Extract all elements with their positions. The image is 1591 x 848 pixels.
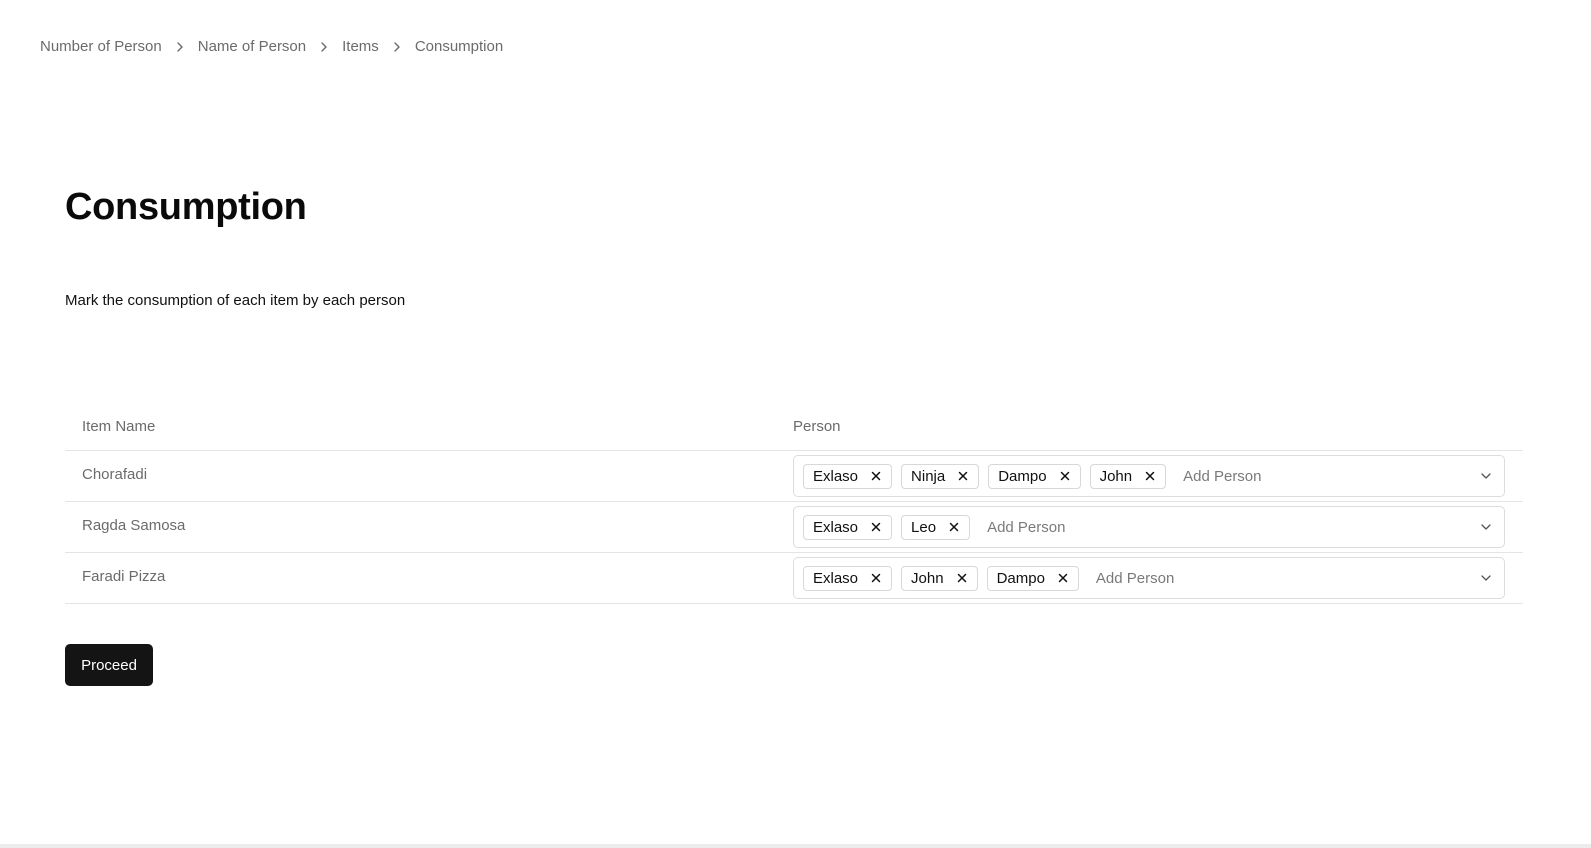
table-header: Item Name Person: [65, 402, 1523, 451]
person-tag: Dampo: [988, 463, 1081, 489]
breadcrumb: Number of Person Name of Person Items Co…: [40, 38, 503, 55]
person-tag: Ninja: [901, 463, 980, 489]
person-multiselect[interactable]: Exlaso Leo: [793, 506, 1505, 548]
close-icon[interactable]: [1058, 469, 1072, 483]
close-icon[interactable]: [1056, 571, 1070, 585]
breadcrumb-number-of-person[interactable]: Number of Person: [40, 38, 162, 55]
add-person-input[interactable]: [1095, 566, 1478, 590]
person-tag-label: John: [911, 569, 944, 587]
item-name-cell: Faradi Pizza: [82, 568, 166, 585]
close-icon[interactable]: [956, 469, 970, 483]
breadcrumb-name-of-person[interactable]: Name of Person: [198, 38, 306, 55]
person-tag: Exlaso: [803, 565, 893, 591]
table-row: Ragda Samosa Exlaso Leo: [65, 502, 1523, 553]
person-multiselect[interactable]: Exlaso John Dampo: [793, 557, 1505, 599]
close-icon[interactable]: [869, 520, 883, 534]
column-header-person: Person: [793, 417, 841, 435]
person-cell: Exlaso Leo: [793, 506, 1523, 548]
chevron-down-icon[interactable]: [1478, 570, 1494, 586]
person-tag-label: Exlaso: [813, 569, 859, 587]
chevron-right-icon: [379, 41, 415, 53]
page-subtitle: Mark the consumption of each item by eac…: [65, 292, 406, 309]
page-title: Consumption: [65, 186, 307, 228]
bottom-divider: [0, 844, 1591, 848]
person-tags: Exlaso Leo: [803, 514, 971, 540]
close-icon[interactable]: [869, 469, 883, 483]
chevron-right-icon: [306, 41, 342, 53]
person-tag: John: [1089, 463, 1167, 489]
person-tag-label: Exlaso: [813, 467, 859, 485]
close-icon[interactable]: [869, 571, 883, 585]
person-tag: Dampo: [986, 565, 1079, 591]
close-icon[interactable]: [1143, 469, 1157, 483]
proceed-button[interactable]: Proceed: [65, 644, 153, 686]
consumption-table: Item Name Person Chorafadi Exlaso Ninja Dam…: [65, 402, 1523, 604]
item-name-cell: Ragda Samosa: [82, 517, 186, 534]
chevron-down-icon[interactable]: [1478, 519, 1494, 535]
person-multiselect[interactable]: Exlaso Ninja Dampo John: [793, 455, 1505, 497]
table-row: Faradi Pizza Exlaso John Dampo: [65, 553, 1523, 604]
person-cell: Exlaso John Dampo: [793, 557, 1523, 599]
item-name-cell: Chorafadi: [82, 466, 148, 483]
add-person-input[interactable]: [987, 515, 1478, 539]
table-row: Chorafadi Exlaso Ninja Dampo John: [65, 451, 1523, 502]
person-cell: Exlaso Ninja Dampo John: [793, 455, 1523, 497]
person-tag: Leo: [901, 514, 971, 540]
person-tag: John: [901, 565, 978, 591]
breadcrumb-consumption[interactable]: Consumption: [415, 38, 503, 55]
person-tag-label: Exlaso: [813, 518, 859, 536]
person-tag-label: Dampo: [996, 569, 1045, 587]
person-tags: Exlaso John Dampo: [803, 565, 1079, 591]
chevron-down-icon[interactable]: [1478, 468, 1494, 484]
person-tag-label: John: [1099, 467, 1133, 485]
close-icon[interactable]: [955, 571, 969, 585]
add-person-input[interactable]: [1183, 464, 1478, 488]
breadcrumb-items[interactable]: Items: [342, 38, 379, 55]
person-tag: Exlaso: [803, 463, 893, 489]
person-tag-label: Leo: [911, 518, 937, 536]
person-tag: Exlaso: [803, 514, 893, 540]
chevron-right-icon: [162, 41, 198, 53]
person-tag-label: Ninja: [911, 467, 946, 485]
close-icon[interactable]: [947, 520, 961, 534]
column-header-item-name: Item Name: [82, 417, 156, 435]
person-tag-label: Dampo: [998, 467, 1047, 485]
person-tags: Exlaso Ninja Dampo John: [803, 463, 1167, 489]
table-body: Chorafadi Exlaso Ninja Dampo John Ragda Samos…: [65, 451, 1523, 604]
